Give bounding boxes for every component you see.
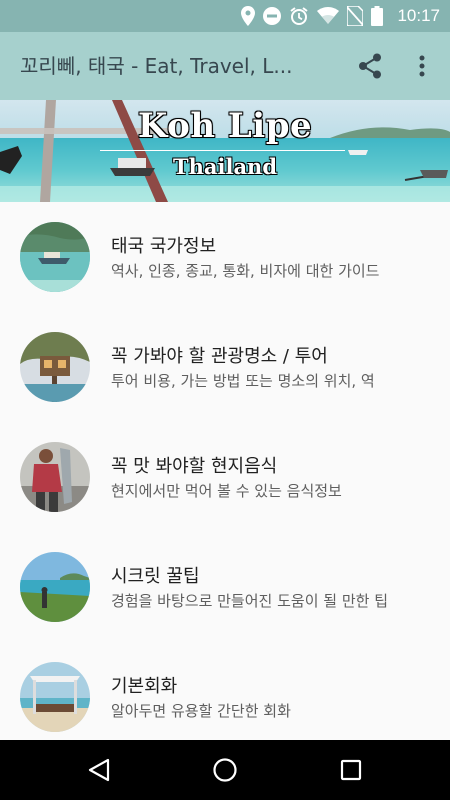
navigation-bar (0, 740, 450, 800)
status-icons: 10:17 (241, 0, 440, 32)
list-item-secret-tips[interactable]: 시크릿 꿀팁 경험을 바탕으로 만들어진 도움이 될 만한 팁 (0, 532, 450, 642)
battery-icon (371, 6, 384, 26)
thumbnail-fisherman (20, 442, 90, 512)
no-sim-icon (347, 6, 364, 26)
banner-divider (100, 150, 345, 151)
list-item-description: 역사, 인종, 종교, 통화, 비자에 대한 가이드 (111, 262, 380, 280)
list-item-basic-conversation[interactable]: 기본회화 알아두면 유용할 간단한 회화 (0, 642, 450, 740)
location-icon (241, 6, 256, 26)
thumbnail-island-view (20, 552, 90, 622)
banner-subtitle: Thailand (172, 154, 277, 179)
list-item-title: 꼭 맛 봐야할 현지음식 (111, 456, 278, 477)
share-icon (359, 53, 381, 79)
status-bar: 10:17 (0, 0, 450, 32)
more-options-button[interactable] (408, 50, 436, 82)
list-item-description: 투어 비용, 가는 방법 또는 명소의 위치, 역 (111, 372, 375, 390)
list-item-title: 꼭 가봐야 할 관광명소 / 투어 (111, 346, 328, 367)
thumbnail-tree-house (20, 332, 90, 402)
thumbnail-beach-cabana (20, 662, 90, 732)
home-button[interactable] (210, 755, 240, 785)
list-item-description: 알아두면 유용할 간단한 회화 (111, 702, 291, 720)
back-button[interactable] (84, 755, 114, 785)
list-item-local-food[interactable]: 꼭 맛 봐야할 현지음식 현지에서만 먹어 볼 수 있는 음식정보 (0, 422, 450, 532)
list-item-title: 기본회화 (111, 676, 178, 697)
home-icon (213, 758, 237, 782)
header-banner: Koh Lipe Thailand (0, 100, 450, 202)
do-not-disturb-icon (263, 7, 282, 25)
list-item-title: 태국 국가정보 (111, 236, 217, 257)
app-title: 꼬리뻬, 태국 - Eat, Travel, L... (20, 54, 293, 78)
category-list: 태국 국가정보 역사, 인종, 종교, 통화, 비자에 대한 가이드 꼭 가봐야… (0, 202, 450, 740)
list-item-description: 경험을 바탕으로 만들어진 도움이 될 만한 팁 (111, 592, 389, 610)
list-item-country-info[interactable]: 태국 국가정보 역사, 인종, 종교, 통화, 비자에 대한 가이드 (0, 202, 450, 312)
list-item-description: 현지에서만 먹어 볼 수 있는 음식정보 (111, 482, 342, 500)
recents-button[interactable] (336, 755, 366, 785)
thumbnail-beach-boat (20, 222, 90, 292)
list-item-title: 시크릿 꿀팁 (111, 566, 200, 587)
status-time: 10:17 (397, 6, 440, 25)
more-vert-icon (419, 55, 425, 77)
recents-icon (340, 759, 362, 781)
app-bar: 꼬리뻬, 태국 - Eat, Travel, L... (0, 32, 450, 100)
banner-title: Koh Lipe (137, 106, 313, 146)
list-item-attractions[interactable]: 꼭 가봐야 할 관광명소 / 투어 투어 비용, 가는 방법 또는 명소의 위치… (0, 312, 450, 422)
share-button[interactable] (354, 50, 386, 82)
alarm-icon (289, 6, 309, 26)
wifi-icon (317, 7, 340, 25)
back-icon (88, 758, 110, 782)
